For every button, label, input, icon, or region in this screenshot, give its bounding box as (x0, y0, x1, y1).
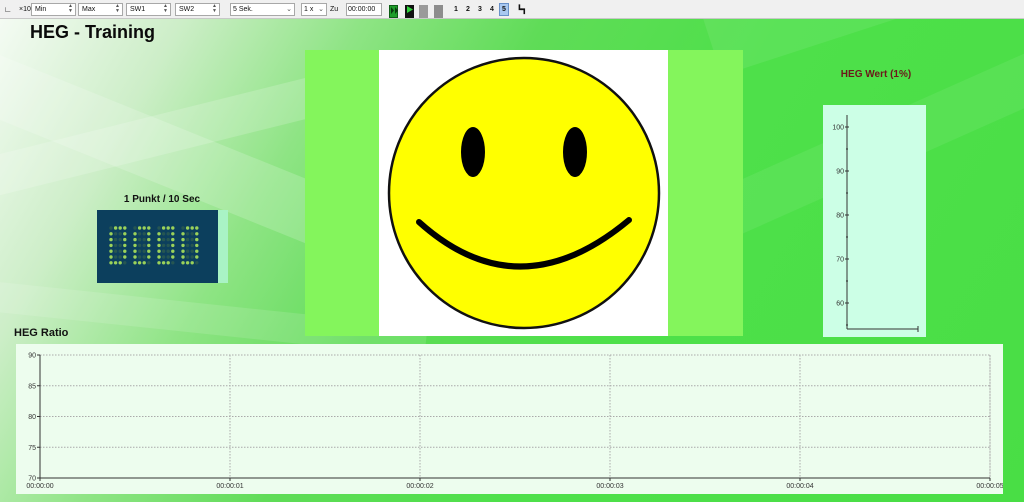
heg-wert-tick-label: 70 (836, 257, 844, 264)
play-button[interactable] (405, 5, 414, 18)
heg-ratio-y-tick-label: 80 (28, 414, 36, 421)
heg-ratio-x-tick-label: 00:00:05 (976, 483, 1003, 490)
sw1-spinner[interactable]: SW1 ▲ ▼ (126, 3, 171, 16)
speed-select[interactable]: 1 x ⌄ (301, 3, 327, 16)
spinner-arrows-icon[interactable]: ▲ ▼ (68, 4, 73, 14)
max-spinner[interactable]: Max ▲ ▼ (78, 3, 123, 16)
heg-ratio-chart: 90 85 80 75 70 00:00:00 00:00:01 00:00:02 00:00:… (16, 344, 1004, 494)
counter-digit (109, 226, 127, 265)
heg-ratio-x-tick-label: 00:00:00 (26, 483, 53, 490)
page-title: HEG - Training (30, 22, 156, 42)
smiley-face (387, 56, 661, 330)
chart-corner-icon[interactable]: ∟ (4, 3, 14, 16)
feedback-panel (305, 50, 743, 336)
min-label: Min (35, 6, 47, 13)
counter-title: 1 Punkt / 10 Sec (123, 194, 201, 205)
counter-digits (109, 226, 199, 265)
heg-ratio-title: HEG Ratio (14, 327, 69, 339)
speed-value: 1 x (304, 6, 314, 13)
heg-ratio-y-tick-label: 90 (28, 353, 36, 360)
tab-4[interactable]: 4 (487, 3, 497, 16)
play-icon (407, 6, 413, 13)
chevron-down-icon: ⌄ (286, 6, 292, 13)
zoom-label[interactable]: ×10 (19, 3, 31, 16)
counter-frame (97, 210, 228, 283)
heg-wert-plot: 100 90 80 70 60 (832, 115, 919, 332)
heg-wert-tick-label: 100 (832, 125, 844, 132)
heg-ratio-y-tick-label: 70 (28, 476, 36, 483)
counter-display (97, 210, 218, 283)
heg-ratio-x-tick-label: 00:00:02 (406, 483, 433, 490)
max-label: Max (82, 6, 96, 13)
step-chart-icon[interactable]: ┗┓ (517, 3, 527, 16)
spinner-arrows-icon[interactable]: ▲ ▼ (212, 4, 217, 14)
interval-value: 5 Sek. (233, 6, 253, 13)
chevron-down-icon: ⌄ (318, 6, 324, 13)
record-button[interactable] (389, 5, 398, 18)
interval-select[interactable]: 5 Sek. ⌄ (230, 3, 295, 16)
pause-button[interactable] (419, 5, 428, 18)
toolbar: ∟ ×10 Min ▲ ▼ Max ▲ ▼ SW1 ▲ ▼ SW2 ▲ ▼ 5 Sek.… (0, 0, 1024, 19)
smiley-face-image (387, 56, 661, 330)
counter-digit (157, 226, 175, 265)
spinner-arrows-icon[interactable]: ▲ ▼ (115, 4, 120, 14)
smiley-right-eye (563, 127, 587, 177)
stop-button[interactable] (434, 5, 443, 18)
heg-wert-title: HEG Wert (1%) (840, 69, 912, 80)
heg-ratio-plot: 90 85 80 75 7000:00:00 00:00:01 00:00:02 00:00:… (26, 353, 1003, 491)
heg-ratio-x-tick-label: 00:00:01 (216, 483, 243, 490)
smiley-left-eye (461, 127, 485, 177)
heg-wert-chart: 100 90 80 70 60 (823, 105, 926, 337)
min-spinner[interactable]: Min ▲ ▼ (31, 3, 76, 16)
counter-digit (133, 226, 151, 265)
record-icon (391, 7, 398, 14)
heg-wert-tick-label: 90 (836, 169, 844, 176)
tab-2[interactable]: 2 (463, 3, 473, 16)
time-input[interactable]: 00:00:00 (346, 3, 382, 16)
spinner-arrows-icon[interactable]: ▲ ▼ (163, 4, 168, 14)
heg-ratio-y-tick-label: 85 (28, 383, 36, 390)
tab-1[interactable]: 1 (451, 3, 461, 16)
counter-digit (181, 226, 199, 265)
sw1-label: SW1 (130, 6, 146, 13)
sw2-spinner[interactable]: SW2 ▲ ▼ (175, 3, 220, 16)
heg-ratio-x-tick-label: 00:00:03 (596, 483, 623, 490)
zu-label: Zu (330, 6, 339, 13)
tab-3[interactable]: 3 (475, 3, 485, 16)
heg-ratio-y-tick-label: 75 (28, 445, 36, 452)
heg-wert-tick-label: 80 (836, 213, 844, 220)
heg-ratio-x-tick-label: 00:00:04 (786, 483, 813, 490)
feedback-image-area (379, 50, 668, 336)
heg-wert-tick-label: 60 (836, 301, 844, 308)
sw2-label: SW2 (179, 6, 195, 13)
time-value: 00:00:00 (348, 6, 376, 13)
tab-5[interactable]: 5 (499, 3, 509, 16)
